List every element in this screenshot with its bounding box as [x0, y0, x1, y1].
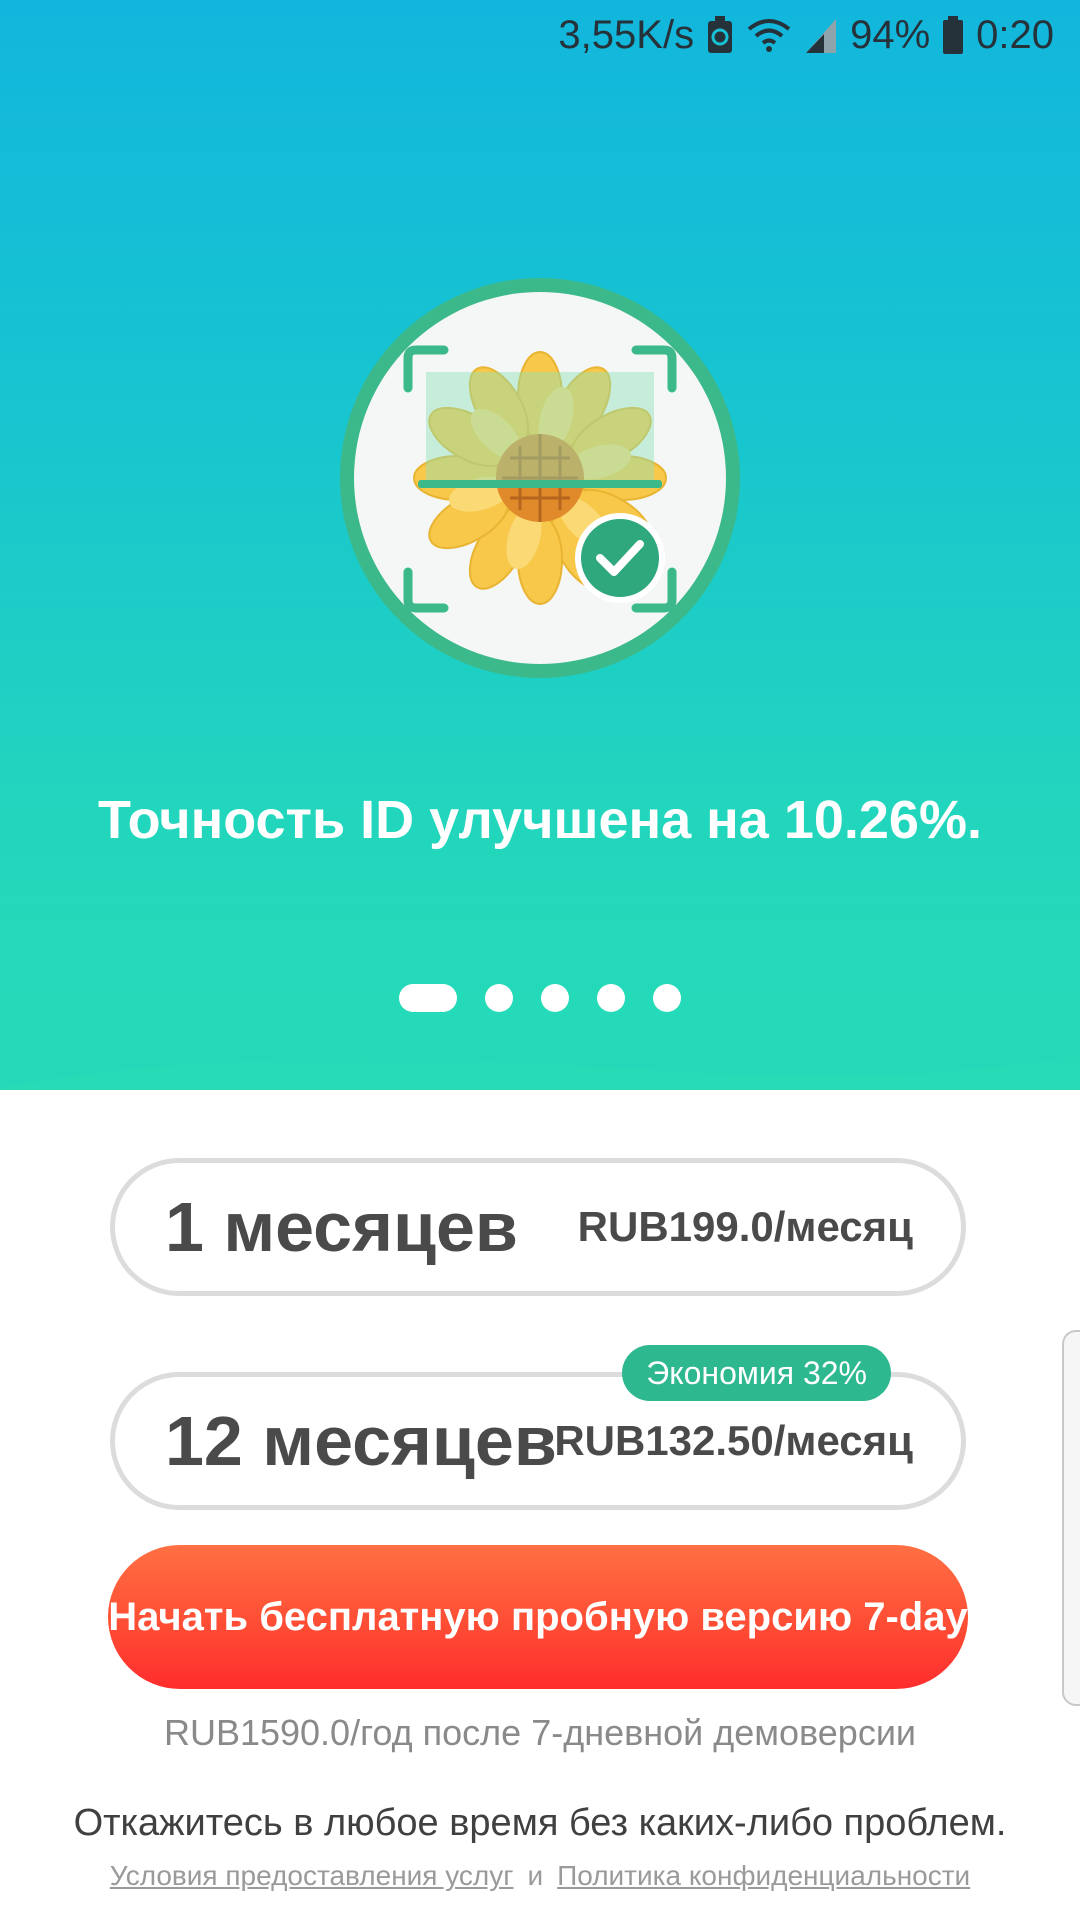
- plan-option-1-month[interactable]: 1 месяцев RUB199.0/месяц: [110, 1158, 966, 1296]
- pager-dot-1[interactable]: [399, 984, 457, 1012]
- cancel-note: Откажитесь в любое время без каких-либо …: [73, 1802, 1007, 1844]
- sunflower-scan-check-illustration: [340, 278, 740, 678]
- edge-panel-handle[interactable]: [1062, 1330, 1080, 1706]
- terms-link[interactable]: Условия предоставления услуг: [110, 1860, 514, 1891]
- signal-icon: [804, 15, 838, 55]
- links-separator: и: [527, 1860, 544, 1891]
- battery-percent: 94%: [850, 12, 931, 57]
- pager-dot-3[interactable]: [541, 984, 569, 1012]
- pager-dot-4[interactable]: [597, 984, 625, 1012]
- network-speed: 3,55K/s: [558, 12, 695, 57]
- pager-dots: [0, 984, 1080, 1012]
- legal-links: Условия предоставления услуг и Политика ко…: [0, 1860, 1080, 1892]
- pager-dot-2[interactable]: [485, 984, 513, 1012]
- price-note: RUB1590.0/год после 7-дневной демоверсии: [163, 1712, 917, 1753]
- wifi-icon: [746, 15, 792, 55]
- plan-option-12-months[interactable]: 12 месяцев RUB132.50/месяц Экономия 32%: [110, 1345, 966, 1510]
- status-bar: 3,55K/s 94% 0:20: [558, 10, 1054, 60]
- savings-badge: Экономия 32%: [622, 1345, 891, 1401]
- pager-dot-5[interactable]: [653, 984, 681, 1012]
- clock: 0:20: [976, 12, 1054, 57]
- plan-name: 12 месяцев: [165, 1402, 557, 1480]
- start-trial-button[interactable]: Начать бесплатную пробную версию 7-day: [108, 1545, 968, 1689]
- recycle-battery-icon: [706, 15, 734, 55]
- headline: Точность ID улучшена на 10.26%.: [98, 790, 982, 850]
- plan-price: RUB199.0/месяц: [577, 1203, 913, 1250]
- plan-name: 1 месяцев: [165, 1188, 518, 1266]
- hero-wave: [0, 1040, 1080, 1088]
- privacy-link[interactable]: Политика конфиденциальности: [557, 1860, 970, 1891]
- battery-icon: [942, 15, 964, 55]
